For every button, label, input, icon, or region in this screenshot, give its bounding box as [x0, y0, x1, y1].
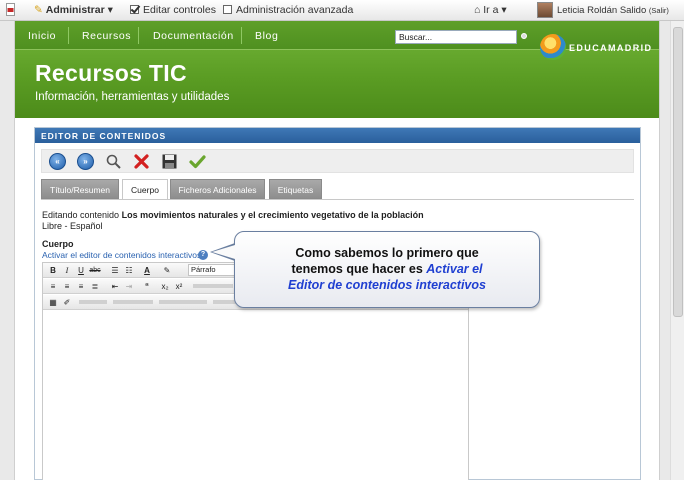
edit-controls-toggle[interactable]: Editar controles: [130, 4, 216, 16]
nav-separator: [68, 27, 69, 44]
pencil-icon: ✎: [34, 4, 43, 16]
search-icon[interactable]: [105, 153, 122, 170]
tab-etiquetas[interactable]: Etiquetas: [269, 179, 322, 199]
panel-title: EDITOR DE CONTENIDOS: [35, 128, 640, 143]
forward-icon[interactable]: »: [77, 153, 94, 170]
content-title: Los movimientos naturales y el crecimien…: [121, 210, 424, 220]
logout-link[interactable]: (Salir): [649, 6, 669, 15]
callout-pointer-inner: [212, 245, 235, 259]
format-select[interactable]: Párrafo: [188, 264, 236, 276]
edit-controls-checkbox[interactable]: [130, 5, 139, 14]
home-icon: ⌂: [474, 4, 481, 16]
nav-separator: [241, 27, 242, 44]
save-icon[interactable]: [161, 153, 178, 170]
bullet-list-icon[interactable]: ☰: [109, 265, 121, 276]
nav-item-documentacion[interactable]: Documentación: [153, 30, 234, 42]
highlight-icon[interactable]: ✎: [161, 265, 173, 276]
callout-line-1: Como sabemos lo primero que: [295, 246, 479, 260]
scrollbar-thumb[interactable]: [673, 27, 683, 317]
disabled-tools: [159, 300, 207, 304]
callout-highlight-2: Editor de contenidos interactivos: [288, 278, 486, 292]
rte-content-area[interactable]: [43, 311, 468, 480]
numbered-list-icon[interactable]: ☷: [123, 265, 135, 276]
user-avatar[interactable]: [537, 2, 553, 18]
advanced-admin-toggle[interactable]: Administración avanzada: [223, 4, 353, 16]
tutorial-callout: Como sabemos lo primero que tenemos que …: [234, 231, 540, 308]
advanced-admin-checkbox[interactable]: [223, 5, 232, 14]
advanced-admin-label: Administración avanzada: [236, 4, 354, 16]
publish-check-icon[interactable]: [189, 153, 206, 170]
admin-menu-label: Administrar: [45, 4, 105, 16]
admin-menu[interactable]: ✎ Administrar ▾: [34, 4, 113, 16]
callout-line-2-prefix: tenemos que hacer es: [291, 262, 427, 276]
goto-label: Ir a: [483, 4, 499, 16]
admin-bar: ✎ Administrar ▾ Editar controles Adminis…: [0, 0, 684, 21]
indent-icon: ⇥: [125, 282, 133, 291]
body-label: Cuerpo: [42, 239, 74, 249]
nav-item-recursos[interactable]: Recursos: [82, 30, 131, 42]
text-color-icon[interactable]: A: [141, 265, 153, 276]
callout-line-2: tenemos que hacer es Activar el: [235, 261, 539, 277]
strikethrough-icon[interactable]: abc: [89, 265, 101, 276]
nav-separator: [138, 27, 139, 44]
outdent-icon[interactable]: ⇤: [109, 281, 121, 292]
site-header: Inicio Recursos Documentación Blog Busca…: [15, 21, 659, 118]
tab-titulo-resumen[interactable]: Título/Resumen: [41, 179, 119, 199]
search-icon[interactable]: [521, 33, 527, 39]
goto-menu[interactable]: ⌂ Ir a ▾: [474, 4, 507, 16]
site-subtitle: Información, herramientas y utilidades: [35, 91, 230, 103]
logo-text: EDUCAMADRID: [569, 43, 653, 53]
site-title: Recursos TIC: [35, 60, 187, 86]
disabled-tools: [113, 300, 153, 304]
disabled-tools: [79, 300, 107, 304]
help-icon[interactable]: ?: [198, 250, 208, 260]
table-icon[interactable]: ▦: [47, 297, 59, 308]
callout-highlight-1: Activar el: [426, 262, 483, 276]
educamadrid-logo[interactable]: EDUCAMADRID: [540, 34, 653, 60]
align-left-icon[interactable]: ≡: [47, 281, 59, 292]
tab-divider: [41, 199, 634, 200]
superscript-icon[interactable]: x²: [173, 281, 185, 292]
delete-icon[interactable]: [133, 153, 150, 170]
logo-emblem-icon: [540, 34, 566, 60]
justify-icon[interactable]: ≣: [89, 281, 101, 292]
activate-interactive-editor-link[interactable]: Activar el editor de contenidos interact…: [42, 250, 201, 260]
align-center-icon[interactable]: ≡: [61, 281, 73, 292]
italic-icon[interactable]: I: [61, 265, 73, 276]
page-scrollbar[interactable]: [670, 21, 684, 480]
editing-label: Editando contenido: [42, 210, 120, 220]
editor-toolbar: « »: [41, 149, 634, 173]
disabled-tools: [193, 284, 233, 288]
editing-info: Editando contenido Los movimientos natur…: [42, 210, 424, 220]
nav-item-blog[interactable]: Blog: [255, 30, 278, 42]
bold-icon[interactable]: B: [47, 265, 59, 276]
image-edit-icon[interactable]: ✐: [61, 297, 73, 308]
nav-item-inicio[interactable]: Inicio: [28, 30, 56, 42]
chevron-down-icon: ▾: [104, 4, 113, 16]
edit-controls-label: Editar controles: [143, 4, 216, 16]
underline-icon[interactable]: U: [75, 265, 87, 276]
tab-ficheros-adicionales[interactable]: Ficheros Adicionales: [170, 179, 265, 199]
align-right-icon[interactable]: ≡: [75, 281, 87, 292]
search-input[interactable]: Buscar...: [395, 30, 517, 44]
user-name: Leticia Roldán Salido: [557, 5, 647, 16]
back-icon[interactable]: «: [49, 153, 66, 170]
pdf-icon[interactable]: [6, 3, 15, 19]
chevron-down-icon: ▾: [498, 4, 507, 16]
subscript-icon[interactable]: x₂: [159, 281, 171, 292]
tab-cuerpo[interactable]: Cuerpo: [122, 179, 168, 200]
user-menu[interactable]: Leticia Roldán Salido (Salir): [557, 5, 669, 16]
blockquote-icon[interactable]: “: [141, 281, 153, 292]
language-label: Libre - Español: [42, 221, 103, 231]
